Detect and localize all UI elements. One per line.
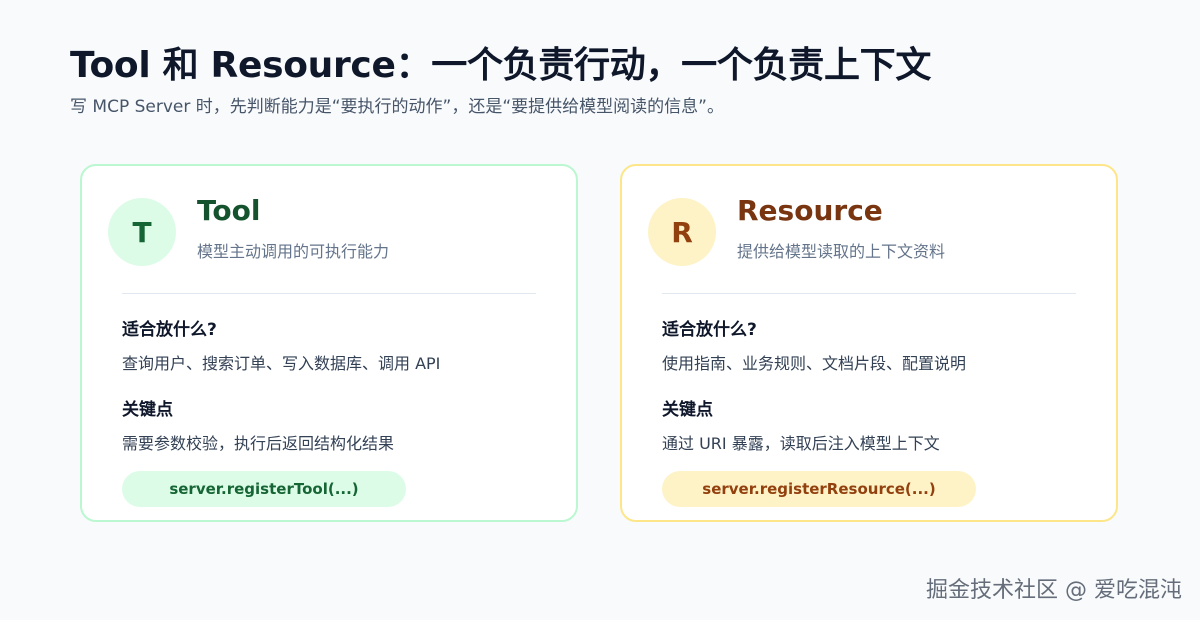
resource-fit-text: 使用指南、业务规则、文档片段、配置说明 (662, 354, 967, 373)
diagram-canvas: Tool 和 Resource：一个负责行动，一个负责上下文 写 MCP Ser… (0, 0, 1200, 620)
tool-card-description: 模型主动调用的可执行能力 (197, 242, 390, 261)
resource-code-pill: server.registerResource(...) (662, 471, 976, 507)
tool-key-text: 需要参数校验，执行后返回结构化结果 (122, 434, 395, 453)
tool-card: T Tool 模型主动调用的可执行能力 适合放什么? 查询用户、搜索订单、写入数… (80, 164, 578, 522)
resource-card: R Resource 提供给模型读取的上下文资料 适合放什么? 使用指南、业务规… (620, 164, 1118, 522)
resource-key-text: 通过 URI 暴露，读取后注入模型上下文 (662, 434, 940, 453)
tool-code-pill: server.registerTool(...) (122, 471, 406, 507)
tool-card-title: Tool (197, 194, 261, 227)
watermark-text: 掘金技术社区 @ 爱吃混沌 (926, 578, 1182, 603)
resource-key-heading: 关键点 (662, 400, 713, 420)
tool-fit-text: 查询用户、搜索订单、写入数据库、调用 API (122, 354, 441, 373)
resource-card-title: Resource (737, 194, 883, 227)
resource-fit-heading: 适合放什么? (662, 320, 757, 340)
resource-badge-icon: R (648, 198, 716, 266)
page-title: Tool 和 Resource：一个负责行动，一个负责上下文 (70, 45, 932, 86)
resource-card-divider (662, 293, 1076, 294)
page-subtitle: 写 MCP Server 时，先判断能力是“要执行的动作”，还是“要提供给模型阅… (70, 97, 724, 117)
tool-key-heading: 关键点 (122, 400, 173, 420)
tool-card-divider (122, 293, 536, 294)
tool-fit-heading: 适合放什么? (122, 320, 217, 340)
tool-badge-icon: T (108, 198, 176, 266)
resource-card-description: 提供给模型读取的上下文资料 (737, 242, 946, 261)
